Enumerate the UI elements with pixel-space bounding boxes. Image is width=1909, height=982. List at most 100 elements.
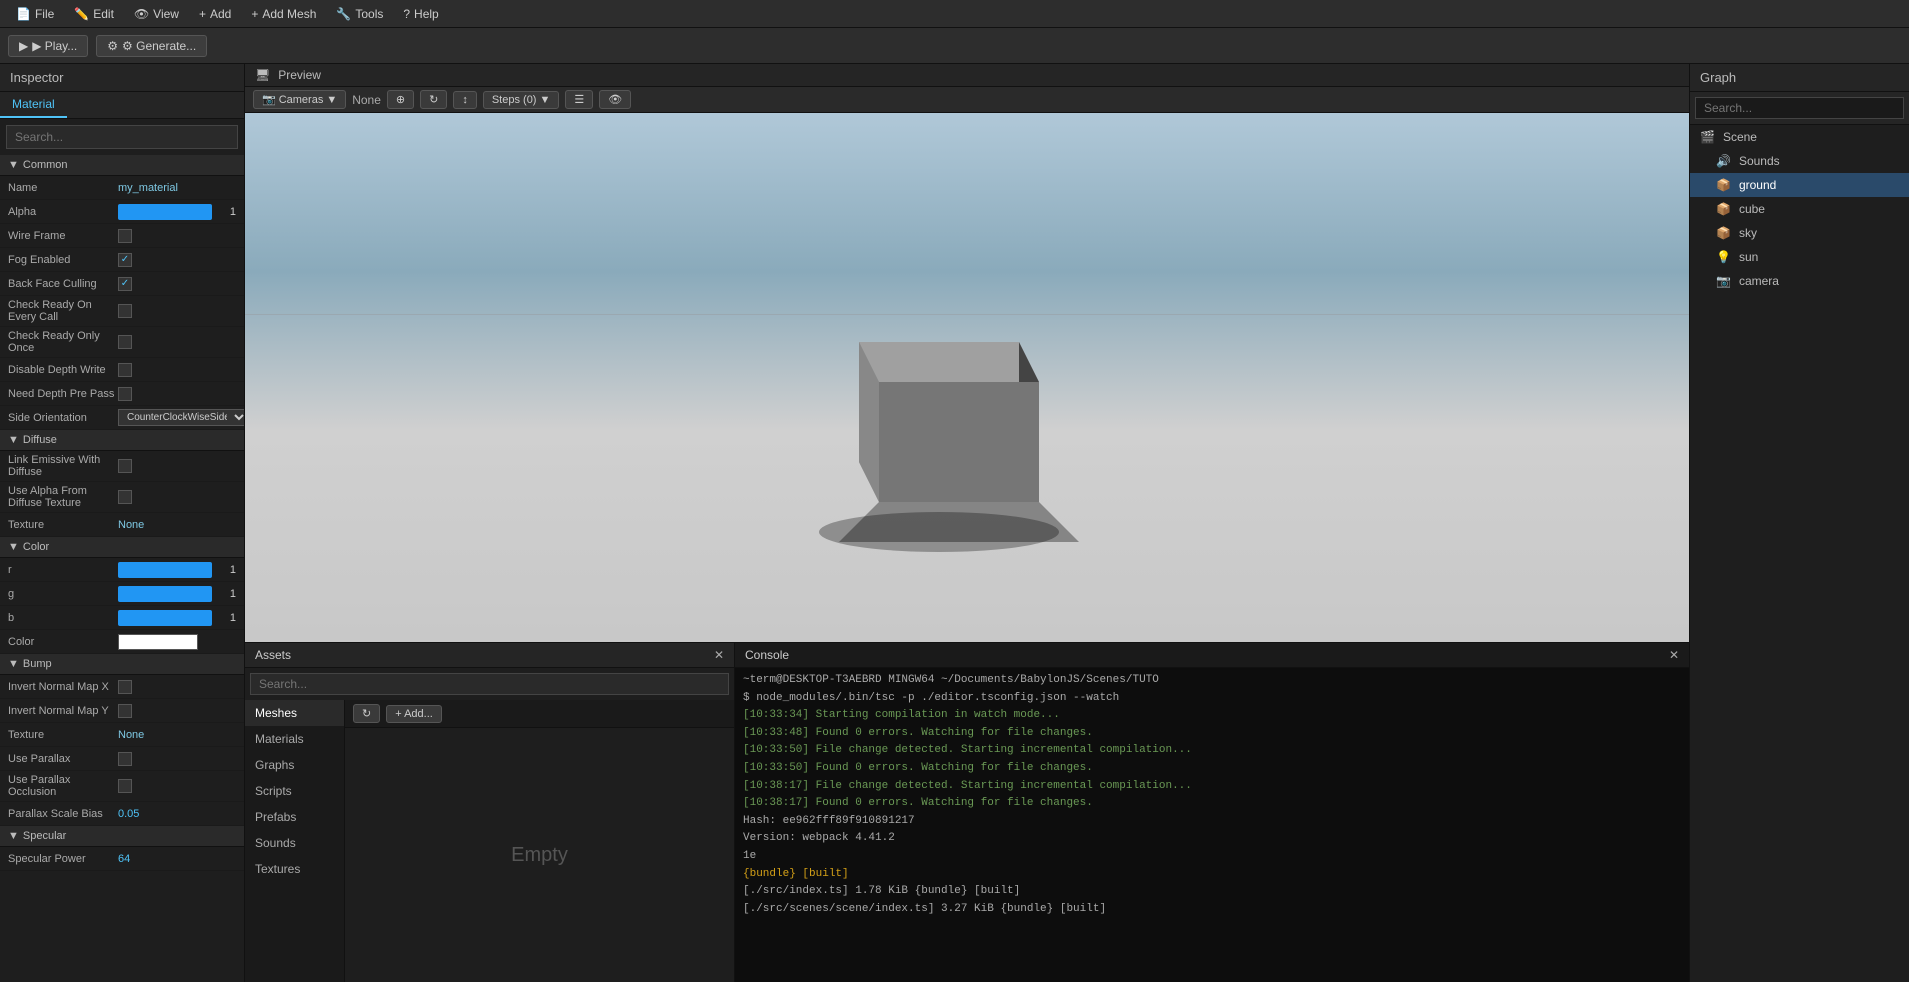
cube-3d: [739, 262, 1119, 562]
side-orientation-select[interactable]: CounterClockWiseSideOrient: [118, 409, 244, 426]
toolbar: ▶ ▶ Play... ⚙ ⚙ Generate...: [0, 28, 1909, 64]
preview-icon: 🖥: [255, 68, 270, 82]
invert-normal-x-checkbox[interactable]: [118, 680, 132, 694]
preview-canvas: [245, 113, 1689, 642]
menu-edit[interactable]: ✏️ Edit: [66, 5, 122, 23]
invert-normal-y-checkbox[interactable]: [118, 704, 132, 718]
graph-item-scene[interactable]: 🎬Scene: [1690, 125, 1909, 149]
chevron-down-icon: ▼: [8, 541, 19, 553]
color-swatch[interactable]: [118, 634, 198, 650]
chevron-down-icon: ▼: [8, 658, 19, 670]
inspector-title: Inspector: [0, 64, 244, 92]
assets-nav-textures[interactable]: Textures: [245, 856, 344, 882]
add-icon: +: [199, 7, 206, 21]
main-area: Inspector Material ▼ Common Name my_mate…: [0, 64, 1909, 982]
menu-view[interactable]: 👁 View: [126, 5, 187, 23]
chevron-down-icon: ▼: [8, 830, 19, 842]
inspector-scroll[interactable]: ▼ Common Name my_material Alpha 1 Wire: [0, 155, 244, 982]
prop-use-parallax-occlusion: Use Parallax Occlusion: [0, 771, 244, 802]
inspector-panel: Inspector Material ▼ Common Name my_mate…: [0, 64, 245, 982]
link-emissive-checkbox[interactable]: [118, 459, 132, 473]
play-button[interactable]: ▶ ▶ Play...: [8, 35, 88, 57]
graph-item-label: ground: [1739, 178, 1776, 192]
console-line: [./src/scenes/scene/index.ts] 3.27 KiB {…: [743, 901, 1681, 919]
graph-item-label: Sounds: [1739, 154, 1780, 168]
disable-depth-write-checkbox[interactable]: [118, 363, 132, 377]
move-button[interactable]: ⊕: [387, 90, 414, 109]
prop-check-ready-once: Check Ready Only Once: [0, 327, 244, 358]
assets-refresh-button[interactable]: ↻: [353, 704, 380, 723]
menu-file[interactable]: 📄 File: [8, 5, 62, 23]
graph-item-sounds[interactable]: 🔊 Sounds: [1690, 149, 1909, 173]
light-icon: 💡: [1716, 250, 1731, 264]
cameras-button[interactable]: 📷 Cameras ▼: [253, 90, 346, 109]
assets-add-button[interactable]: + Add...: [386, 705, 442, 723]
console-line: ~term@DESKTOP-T3AEBRD MINGW64 ~/Document…: [743, 672, 1681, 690]
assets-nav-graphs[interactable]: Graphs: [245, 752, 344, 778]
section-diffuse[interactable]: ▼ Diffuse: [0, 430, 244, 451]
console-header: Console ✕: [735, 643, 1689, 668]
steps-button[interactable]: Steps (0) ▼: [483, 91, 560, 109]
graph-item-sky[interactable]: 📦sky: [1690, 221, 1909, 245]
assets-content-area: ↻ + Add... Empty: [345, 700, 734, 982]
check-ready-every-checkbox[interactable]: [118, 304, 132, 318]
back-face-culling-checkbox[interactable]: [118, 277, 132, 291]
menu-tools[interactable]: 🔧 Tools: [328, 5, 391, 23]
assets-title: Assets: [255, 648, 291, 662]
assets-nav-meshes[interactable]: Meshes: [245, 700, 344, 726]
section-color[interactable]: ▼ Color: [0, 537, 244, 558]
fog-enabled-checkbox[interactable]: [118, 253, 132, 267]
section-specular[interactable]: ▼ Specular: [0, 826, 244, 847]
menu-bar: 📄 File ✏️ Edit 👁 View + Add + Add Mesh 🔧…: [0, 0, 1909, 28]
check-ready-once-checkbox[interactable]: [118, 335, 132, 349]
prop-diffuse-texture: Texture None: [0, 513, 244, 537]
assets-nav-scripts[interactable]: Scripts: [245, 778, 344, 804]
section-bump[interactable]: ▼ Bump: [0, 654, 244, 675]
graph-item-cube[interactable]: 📦cube: [1690, 197, 1909, 221]
graph-search-input[interactable]: [1695, 97, 1904, 119]
assets-nav-materials[interactable]: Materials: [245, 726, 344, 752]
visibility-button[interactable]: 👁: [599, 90, 631, 109]
assets-search-input[interactable]: [250, 673, 729, 695]
assets-list: Meshes Materials Graphs Scripts Prefabs: [245, 700, 734, 982]
rotate-button[interactable]: ↻: [420, 90, 447, 109]
inspector-search-input[interactable]: [6, 125, 238, 149]
close-icon[interactable]: ✕: [1669, 648, 1679, 662]
console-line: [10:33:34] Starting compilation in watch…: [743, 707, 1681, 725]
use-alpha-diffuse-checkbox[interactable]: [118, 490, 132, 504]
assets-header: Assets ✕: [245, 643, 734, 668]
menu-add[interactable]: + Add: [191, 5, 239, 23]
use-parallax-occlusion-checkbox[interactable]: [118, 779, 132, 793]
menu-help[interactable]: ? Help: [395, 5, 446, 23]
use-parallax-checkbox[interactable]: [118, 752, 132, 766]
prop-name: Name my_material: [0, 176, 244, 200]
g-slider[interactable]: [118, 586, 212, 602]
console-output[interactable]: ~term@DESKTOP-T3AEBRD MINGW64 ~/Document…: [735, 668, 1689, 982]
sound-icon: 🔊: [1716, 154, 1731, 168]
console-title: Console: [745, 648, 789, 662]
prop-link-emissive: Link Emissive With Diffuse: [0, 451, 244, 482]
generate-button[interactable]: ⚙ ⚙ Generate...: [96, 35, 207, 57]
prop-bump-texture: Texture None: [0, 723, 244, 747]
alpha-slider[interactable]: [118, 204, 212, 220]
scale-button[interactable]: ↕: [453, 91, 477, 109]
prop-use-alpha-diffuse: Use Alpha From Diffuse Texture: [0, 482, 244, 513]
assets-empty: Empty: [345, 728, 734, 982]
graph-panel: Graph 🎬Scene🔊Sounds📦ground📦cube📦sky💡sun📷…: [1689, 64, 1909, 982]
r-slider[interactable]: [118, 562, 212, 578]
section-common[interactable]: ▼ Common: [0, 155, 244, 176]
preview-panel: 🖥 Preview 📷 Cameras ▼ None ⊕ ↻ ↕ Steps (…: [245, 64, 1689, 642]
graph-item-ground[interactable]: 📦ground: [1690, 173, 1909, 197]
close-icon[interactable]: ✕: [714, 648, 724, 662]
tab-material[interactable]: Material: [0, 92, 67, 118]
console-line: [10:33:50] File change detected. Startin…: [743, 742, 1681, 760]
graph-item-camera[interactable]: 📷camera: [1690, 269, 1909, 293]
b-slider[interactable]: [118, 610, 212, 626]
menu-button[interactable]: ☰: [565, 90, 593, 109]
wireframe-checkbox[interactable]: [118, 229, 132, 243]
menu-add-mesh[interactable]: + Add Mesh: [243, 5, 324, 23]
assets-nav-prefabs[interactable]: Prefabs: [245, 804, 344, 830]
assets-nav-sounds[interactable]: Sounds: [245, 830, 344, 856]
graph-item-sun[interactable]: 💡sun: [1690, 245, 1909, 269]
need-depth-pre-pass-checkbox[interactable]: [118, 387, 132, 401]
